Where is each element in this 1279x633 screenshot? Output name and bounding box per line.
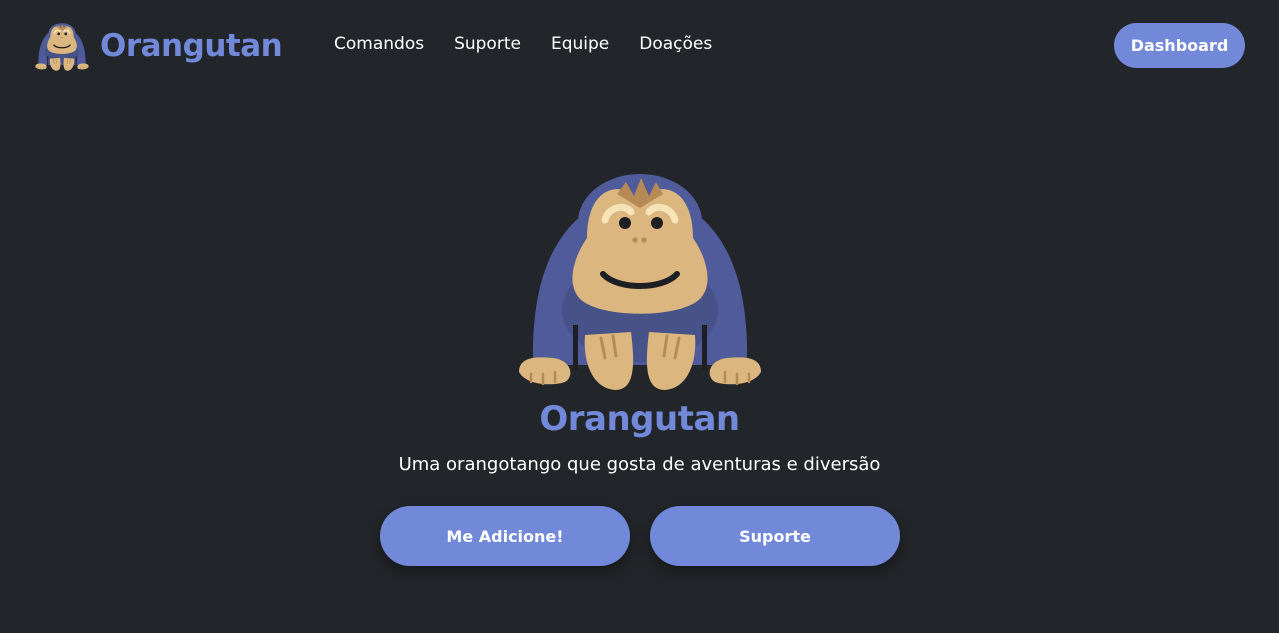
support-button[interactable]: Suporte [650, 506, 900, 566]
add-bot-button[interactable]: Me Adicione! [380, 506, 630, 566]
navbar: Orangutan Comandos Suporte Equipe Doaçõe… [0, 0, 1279, 92]
brand[interactable]: Orangutan [34, 18, 283, 74]
orangutan-mascot-icon [513, 160, 767, 396]
orangutan-logo-icon [34, 22, 90, 72]
nav-link-comandos[interactable]: Comandos [334, 34, 424, 54]
hero-title: Orangutan [539, 399, 740, 439]
hero-subtitle: Uma orangotango que gosta de aventuras e… [398, 454, 881, 475]
nav-link-suporte[interactable]: Suporte [454, 34, 521, 54]
nav-link-equipe[interactable]: Equipe [551, 34, 609, 54]
nav-link-doacoes[interactable]: Doações [639, 34, 712, 54]
brand-name: Orangutan [100, 28, 283, 64]
nav-links: Comandos Suporte Equipe Doações [334, 34, 742, 54]
dashboard-button[interactable]: Dashboard [1114, 23, 1245, 68]
